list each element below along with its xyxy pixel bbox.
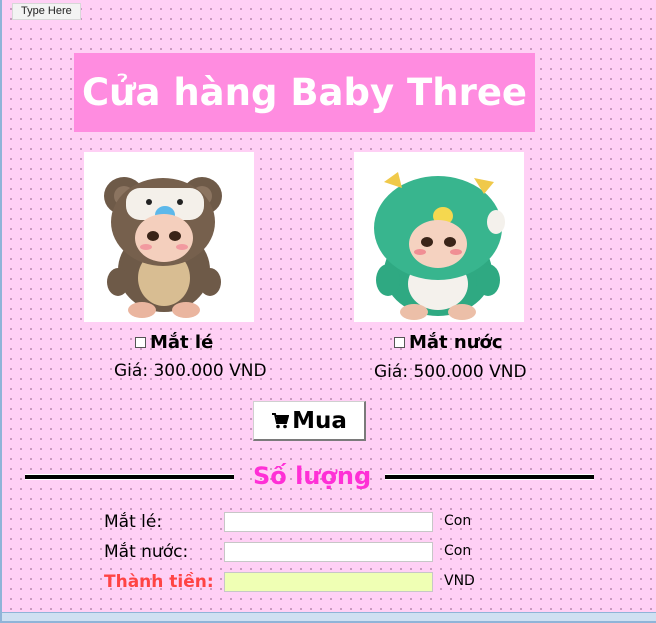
unit-mat-nuoc: Con — [444, 543, 472, 559]
product-image-mat-nuoc[interactable] — [354, 152, 524, 322]
product-price-mat-nuoc: Giá: 500.000 VND — [374, 362, 527, 382]
unit-mat-le: Con — [444, 513, 472, 529]
product-option-mat-nuoc[interactable]: Mắt nước — [394, 330, 503, 354]
cart-icon — [272, 413, 290, 429]
product-price-mat-le: Giá: 300.000 VND — [114, 361, 267, 381]
total-amount-field[interactable] — [224, 572, 433, 592]
section-divider-right — [385, 474, 594, 480]
product-name-mat-nuoc: Mắt nước — [409, 331, 503, 353]
qty-mat-le-input[interactable] — [224, 512, 433, 532]
product-name-mat-le: Mắt lé — [150, 331, 214, 353]
form-designer-surface: Type Here Cửa hàng Baby Three Mắt lé Giá… — [0, 0, 656, 623]
section-divider-left — [25, 474, 234, 480]
qty-mat-nuoc-input[interactable] — [224, 542, 433, 562]
buy-button-label: Mua — [292, 407, 347, 434]
title-banner: Cửa hàng Baby Three — [74, 53, 535, 132]
buy-button[interactable]: Mua — [253, 401, 366, 441]
checkbox-mat-le[interactable] — [135, 336, 146, 348]
label-qty-mat-nuoc: Mắt nước: — [104, 542, 189, 562]
unit-total: VND — [444, 573, 475, 589]
menu-strip-placeholder[interactable]: Type Here — [12, 3, 81, 20]
product-image-mat-le[interactable] — [84, 152, 254, 322]
designer-bottom-strip — [2, 612, 656, 621]
product-option-mat-le[interactable]: Mắt lé — [135, 330, 213, 354]
label-total: Thành tiền: — [104, 572, 214, 592]
green-dinosaur-plush-image — [374, 172, 505, 320]
brown-bear-plush-image — [104, 177, 222, 318]
section-title-quantity: Số lượng — [253, 462, 372, 490]
label-qty-mat-le: Mắt lé: — [104, 512, 163, 532]
page-title: Cửa hàng Baby Three — [81, 71, 528, 114]
checkbox-mat-nuoc[interactable] — [394, 336, 405, 348]
